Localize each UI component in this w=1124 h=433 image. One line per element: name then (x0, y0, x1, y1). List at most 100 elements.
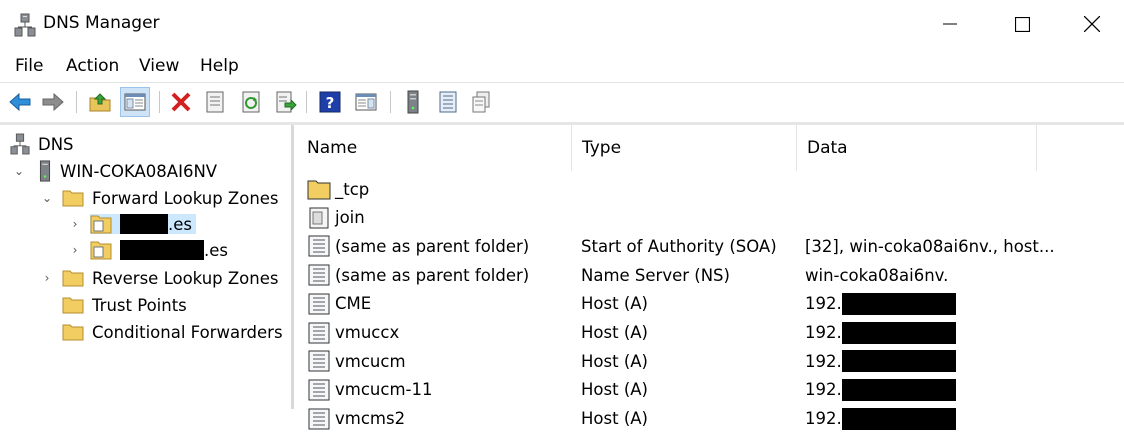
export-list-icon (276, 91, 297, 113)
records-icon (472, 91, 490, 113)
record-data: 192. (805, 323, 842, 342)
record-icon (307, 350, 331, 372)
folder-icon (62, 323, 84, 341)
refresh-icon (242, 91, 260, 113)
tree-item-server[interactable]: ⌄ WIN-COKA08AI6NV (10, 158, 217, 184)
record-type: Host (A) (581, 294, 648, 314)
help-button[interactable]: ? (315, 87, 345, 117)
record-name-cell: (same as parent folder) (307, 261, 529, 289)
refresh-button[interactable] (236, 87, 266, 117)
record-data-cell: 192. (805, 290, 956, 318)
records-list: Name Type Data _tcp join (same as parent f… (297, 125, 1124, 430)
show-hide-tree-icon (124, 93, 146, 111)
tree-label-forward-lookup-zones: Forward Lookup Zones (92, 188, 279, 208)
tree-label-trust-points: Trust Points (92, 295, 187, 315)
help-icon: ? (319, 91, 341, 113)
server-button[interactable] (398, 87, 428, 117)
column-header-type[interactable]: Type (572, 125, 797, 171)
record-data: 192. (805, 409, 842, 429)
column-data-label: Data (807, 138, 848, 158)
properties-icon (206, 91, 224, 113)
redacted-ip (841, 321, 956, 344)
forward-button[interactable] (38, 87, 68, 117)
svg-text:?: ? (326, 94, 335, 112)
chevron-down-icon[interactable]: ⌄ (10, 164, 28, 178)
record-name-cell: CME (307, 290, 371, 318)
tree-label-zone-2-suffix: .es (204, 240, 228, 260)
record-name-cell: vmcucm-11 (307, 376, 432, 404)
dns-manager-icon (14, 13, 36, 37)
record-name-cell: join (307, 204, 365, 232)
tree-label-dns: DNS (38, 134, 74, 154)
tree-item-trust-points[interactable]: Trust Points (62, 292, 187, 318)
record-data-cell: win-coka08ai6nv. (805, 261, 948, 289)
properties-button[interactable] (200, 87, 230, 117)
chevron-right-icon[interactable]: › (38, 271, 56, 285)
chevron-down-icon[interactable]: ⌄ (38, 191, 56, 205)
menu-file[interactable]: File (15, 56, 43, 76)
menu-action[interactable]: Action (66, 56, 119, 76)
delegation-icon (307, 207, 331, 229)
record-data: 192. (805, 294, 842, 314)
chevron-right-icon[interactable]: › (66, 243, 84, 257)
maximize-button[interactable] (987, 0, 1057, 48)
show-hide-console-tree-button[interactable] (120, 87, 150, 117)
record-name-cell: vmuccx (307, 319, 399, 347)
record-icon (307, 264, 331, 286)
chevron-right-icon[interactable]: › (66, 217, 84, 231)
zone-icon (90, 214, 112, 234)
record-data: win-coka08ai6nv. (805, 265, 949, 285)
up-one-level-button[interactable] (85, 87, 115, 117)
close-button[interactable] (1057, 0, 1124, 48)
window-title: DNS Manager (43, 13, 160, 33)
up-folder-icon (89, 93, 111, 112)
redacted-ip (841, 378, 956, 401)
table-row[interactable]: vmcucm-11 Host (A) 192. (297, 376, 1124, 404)
minimize-button[interactable] (915, 0, 985, 48)
record-type: Host (A) (581, 351, 648, 371)
table-row[interactable]: vmuccx Host (A) 192. (297, 319, 1124, 347)
tree-item-reverse-lookup-zones[interactable]: › Reverse Lookup Zones (38, 265, 279, 291)
folder-icon (307, 178, 331, 200)
back-button[interactable] (5, 87, 35, 117)
tree-item-dns[interactable]: DNS (10, 131, 74, 157)
table-row[interactable]: (same as parent folder) Start of Authorit… (297, 232, 1124, 260)
record-name: (same as parent folder) (335, 265, 530, 285)
table-row[interactable]: CME Host (A) 192. (297, 290, 1124, 318)
column-header-data[interactable]: Data (797, 125, 1037, 171)
record-type: Host (A) (581, 380, 648, 400)
record-name: vmuccx (335, 323, 400, 342)
record-type: Start of Authority (SOA) (581, 236, 777, 256)
console-tree: DNS ⌄ WIN-COKA08AI6NV ⌄ Forward Lookup Z… (0, 125, 294, 409)
record-data: 192. (805, 380, 842, 400)
record-data-cell: 192. (805, 376, 956, 404)
record-name: _tcp (335, 179, 370, 199)
table-row[interactable]: vmcucm Host (A) 192. (297, 347, 1124, 375)
menu-bar: File Action View Help (0, 50, 1124, 83)
menu-view[interactable]: View (139, 56, 179, 76)
tree-label-conditional-forwarders: Conditional Forwarders (92, 322, 283, 342)
export-list-button[interactable] (271, 87, 301, 117)
server-icon (38, 160, 52, 182)
zone-list-button[interactable] (433, 87, 463, 117)
zone-icon (90, 240, 112, 260)
record-icon (307, 235, 331, 257)
record-name: vmcucm (335, 351, 406, 371)
records-button[interactable] (466, 87, 496, 117)
record-icon (307, 379, 331, 401)
table-row[interactable]: join (297, 204, 1124, 232)
folder-icon (62, 296, 84, 314)
tree-item-zone-2[interactable]: › .es (66, 237, 228, 263)
table-row[interactable]: (same as parent folder) Name Server (NS) w… (297, 261, 1124, 289)
tree-item-forward-lookup-zones[interactable]: ⌄ Forward Lookup Zones (38, 185, 279, 211)
delete-button[interactable] (166, 87, 196, 117)
record-name: vmcms2 (335, 409, 406, 429)
record-icon (307, 322, 331, 344)
table-row[interactable]: _tcp (297, 175, 1124, 203)
tree-item-conditional-forwarders[interactable]: Conditional Forwarders (62, 319, 283, 345)
tree-item-zone-1[interactable]: › .es (66, 211, 196, 237)
record-type: Host (A) (581, 323, 648, 342)
column-header-name[interactable]: Name (297, 125, 572, 171)
menu-help[interactable]: Help (200, 56, 239, 76)
show-hide-action-pane-button[interactable] (351, 87, 381, 117)
